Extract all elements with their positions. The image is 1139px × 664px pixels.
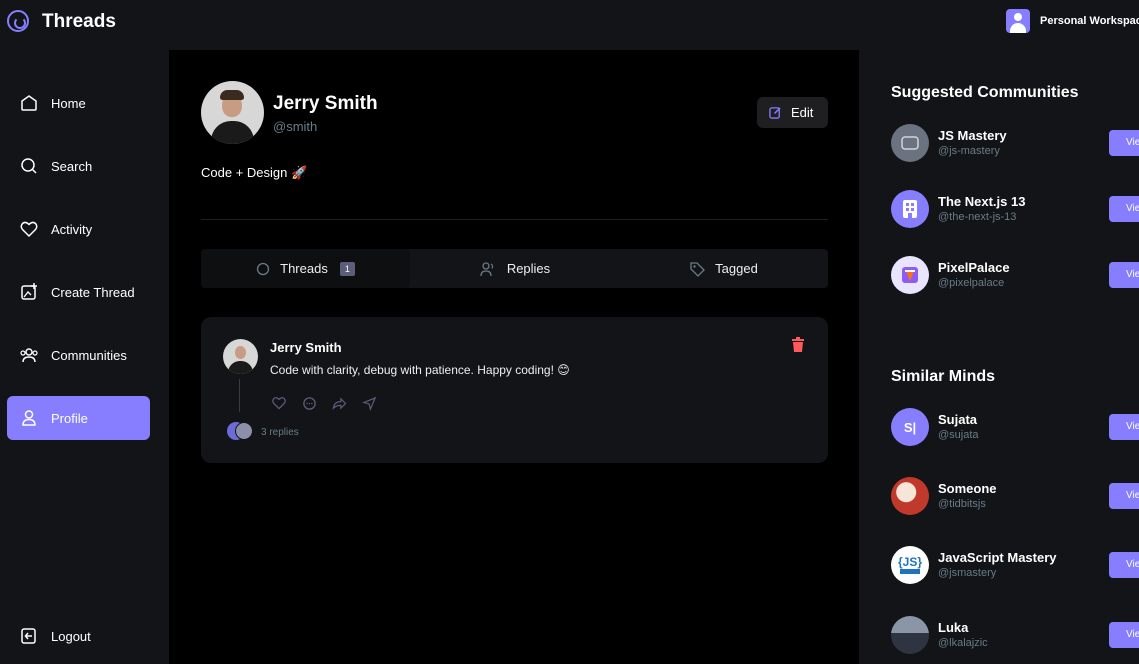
tab-label: Replies bbox=[506, 261, 551, 276]
view-community-button[interactable]: View bbox=[1109, 196, 1139, 222]
view-user-button[interactable]: View bbox=[1109, 414, 1139, 440]
top-bar: Threads Personal Workspace bbox=[0, 0, 1139, 50]
user-item: Someone @tidbitsjs View bbox=[891, 477, 1139, 517]
edit-label: Edit bbox=[791, 105, 814, 120]
sidebar-item-label: Activity bbox=[51, 221, 93, 237]
similar-minds-title: Similar Minds bbox=[891, 368, 996, 385]
thread-author[interactable]: Jerry Smith bbox=[270, 340, 342, 355]
sidebar-item-create-thread[interactable]: Create Thread bbox=[7, 270, 150, 314]
sidebar-item-activity[interactable]: Activity bbox=[7, 207, 150, 251]
sidebar-item-home[interactable]: Home bbox=[7, 81, 150, 125]
sidebar-item-search[interactable]: Search bbox=[7, 144, 150, 188]
community-item: PixelPalace @pixelpalace View bbox=[891, 256, 1139, 296]
threads-icon bbox=[256, 262, 270, 276]
user-name[interactable]: JavaScript Mastery bbox=[938, 550, 1057, 565]
community-item: JS Mastery @js-mastery View bbox=[891, 124, 1139, 164]
right-sidebar: Suggested Communities JS Mastery @js-mas… bbox=[859, 50, 1139, 664]
reply-avatars bbox=[227, 422, 255, 440]
tag-icon bbox=[689, 261, 706, 277]
suggested-communities-title: Suggested Communities bbox=[891, 84, 1079, 101]
tab-threads[interactable]: Threads 1 bbox=[201, 249, 410, 288]
delete-icon[interactable] bbox=[791, 337, 805, 353]
share-icon[interactable] bbox=[360, 394, 378, 412]
thread-line bbox=[239, 379, 240, 412]
search-icon bbox=[19, 156, 39, 176]
left-sidebar: Home Search Activity Create Thread Commu… bbox=[0, 50, 169, 664]
sidebar-item-label: Profile bbox=[51, 410, 88, 426]
community-item: The Next.js 13 @the-next-js-13 View bbox=[891, 190, 1139, 230]
main-content: Jerry Smith @smith Edit Code + Design 🚀 … bbox=[169, 50, 859, 664]
create-thread-icon bbox=[19, 282, 39, 302]
user-name[interactable]: Sujata bbox=[938, 412, 977, 427]
user-item: Luka @lkalajzic View bbox=[891, 616, 1139, 656]
replies-count-link[interactable]: 3 replies bbox=[261, 427, 299, 438]
view-user-button[interactable]: View bbox=[1109, 622, 1139, 648]
profile-handle: @smith bbox=[273, 119, 318, 134]
user-icon bbox=[19, 408, 39, 428]
community-avatar[interactable] bbox=[891, 190, 929, 228]
logout-label: Logout bbox=[51, 628, 91, 644]
communities-icon bbox=[19, 345, 39, 365]
thread-content: Code with clarity, debug with patience. … bbox=[270, 363, 570, 377]
tab-label: Tagged bbox=[715, 261, 758, 276]
community-handle: @the-next-js-13 bbox=[938, 211, 1017, 223]
user-avatar[interactable] bbox=[891, 477, 929, 515]
edit-icon bbox=[769, 106, 782, 119]
thread-card: Jerry Smith Code with clarity, debug wit… bbox=[201, 317, 828, 463]
workspace-avatar[interactable] bbox=[1006, 9, 1030, 33]
profile-name: Jerry Smith bbox=[273, 93, 378, 114]
sidebar-item-label: Home bbox=[51, 95, 86, 111]
community-avatar[interactable] bbox=[891, 256, 929, 294]
community-name[interactable]: JS Mastery bbox=[938, 128, 1007, 143]
community-name[interactable]: PixelPalace bbox=[938, 260, 1010, 275]
profile-avatar bbox=[201, 81, 264, 144]
home-icon bbox=[19, 93, 39, 113]
tab-tagged[interactable]: Tagged bbox=[619, 249, 828, 288]
user-handle: @tidbitsjs bbox=[938, 498, 986, 510]
view-user-button[interactable]: View bbox=[1109, 483, 1139, 509]
user-name[interactable]: Luka bbox=[938, 620, 968, 635]
community-handle: @pixelpalace bbox=[938, 277, 1005, 289]
logout-icon bbox=[19, 626, 39, 646]
sidebar-item-label: Create Thread bbox=[51, 284, 135, 300]
community-avatar[interactable] bbox=[891, 124, 929, 162]
app-title[interactable]: Threads bbox=[42, 11, 116, 33]
user-handle: @lkalajzic bbox=[938, 637, 988, 649]
user-handle: @sujata bbox=[938, 429, 979, 441]
view-user-button[interactable]: View bbox=[1109, 552, 1139, 578]
community-handle: @js-mastery bbox=[938, 145, 1000, 157]
tab-replies[interactable]: Replies bbox=[410, 249, 619, 288]
view-community-button[interactable]: View bbox=[1109, 262, 1139, 288]
author-avatar[interactable] bbox=[223, 339, 258, 374]
view-community-button[interactable]: View bbox=[1109, 130, 1139, 156]
profile-tabs: Threads 1 Replies Tagged bbox=[201, 249, 828, 288]
profile-bio: Code + Design 🚀 bbox=[201, 165, 308, 180]
user-handle: @jsmastery bbox=[938, 567, 997, 579]
user-name[interactable]: Someone bbox=[938, 481, 997, 496]
tab-count-badge: 1 bbox=[339, 261, 355, 276]
heart-icon bbox=[19, 219, 39, 239]
community-name[interactable]: The Next.js 13 bbox=[938, 194, 1025, 209]
sidebar-item-label: Search bbox=[51, 158, 93, 174]
threads-logo-icon[interactable] bbox=[7, 10, 29, 32]
user-item: {JS} JavaScript Mastery @jsmastery View bbox=[891, 546, 1139, 586]
divider bbox=[201, 219, 828, 220]
reply-icon[interactable] bbox=[300, 394, 318, 412]
tab-label: Threads bbox=[280, 261, 328, 276]
sidebar-item-communities[interactable]: Communities bbox=[7, 333, 150, 377]
workspace-switcher[interactable]: Personal Workspace bbox=[1040, 15, 1139, 27]
sidebar-item-label: Communities bbox=[51, 347, 127, 363]
edit-profile-button[interactable]: Edit bbox=[757, 97, 828, 128]
user-avatar[interactable]: S| bbox=[891, 408, 929, 446]
user-avatar[interactable] bbox=[891, 616, 929, 654]
repost-icon[interactable] bbox=[330, 394, 348, 412]
thread-actions bbox=[270, 394, 390, 412]
sidebar-item-profile[interactable]: Profile bbox=[7, 396, 150, 440]
svg-text:{JS}: {JS} bbox=[898, 555, 922, 569]
like-heart-icon[interactable] bbox=[270, 394, 288, 412]
logout-button[interactable]: Logout bbox=[7, 614, 150, 658]
replies-icon bbox=[479, 261, 497, 277]
user-item: S| Sujata @sujata View bbox=[891, 408, 1139, 448]
user-avatar[interactable]: {JS} bbox=[891, 546, 929, 584]
